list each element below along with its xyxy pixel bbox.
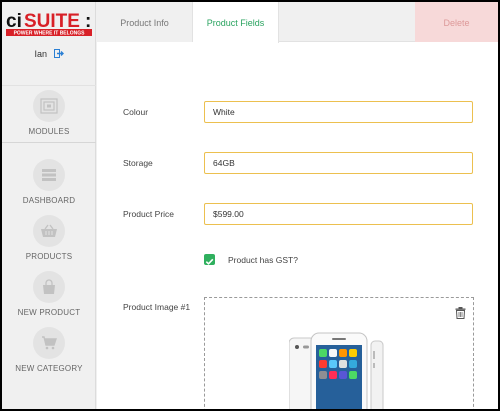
sidebar-item-dashboard[interactable]: DASHBOARD (2, 159, 96, 205)
sidebar-item-label: MODULES (28, 127, 70, 136)
sidebar-item-label: NEW PRODUCT (17, 308, 81, 317)
dashboard-icon (33, 159, 65, 191)
tab-product-fields[interactable]: Product Fields (193, 2, 279, 43)
sidebar-item-label: PRODUCTS (25, 252, 73, 261)
sidebar-divider (2, 85, 96, 86)
svg-text:POWER WHERE IT BELONGS: POWER WHERE IT BELONGS (14, 31, 86, 37)
svg-text::: : (85, 11, 91, 32)
price-input[interactable]: $599.00 (204, 203, 473, 225)
sidebar-item-label: NEW CATEGORY (15, 364, 83, 373)
sidebar-item-new-product[interactable]: NEW PRODUCT (2, 271, 96, 317)
image-dropzone[interactable] (204, 297, 474, 409)
sidebar-item-new-category[interactable]: NEW CATEGORY (2, 327, 96, 373)
image-label: Product Image #1 (123, 302, 191, 312)
main-content: Product Info Product Fields Delete Colou… (97, 2, 498, 409)
sidebar: ci SUITE : POWER WHERE IT BELONGS Ian MO… (2, 2, 96, 409)
gst-checkbox[interactable] (204, 254, 215, 265)
storage-label: Storage (123, 158, 153, 168)
delete-button[interactable]: Delete (415, 2, 498, 42)
sidebar-item-modules[interactable]: MODULES (2, 90, 96, 136)
bag-icon (33, 271, 65, 303)
brand-logo[interactable]: ci SUITE : POWER WHERE IT BELONGS (6, 9, 92, 37)
check-icon (205, 258, 214, 265)
trash-icon[interactable] (455, 306, 466, 324)
tab-product-info[interactable]: Product Info (97, 2, 193, 42)
username: Ian (34, 49, 47, 59)
cart-icon (33, 327, 65, 359)
logout-icon[interactable] (53, 49, 64, 60)
app-window: ci SUITE : POWER WHERE IT BELONGS Ian MO… (2, 2, 498, 409)
modules-icon (33, 90, 65, 122)
basket-icon (33, 215, 65, 247)
tab-bar: Product Info Product Fields Delete (97, 2, 498, 43)
user-info: Ian (2, 49, 96, 60)
product-image (288, 331, 407, 409)
colour-label: Colour (123, 107, 149, 117)
sidebar-item-products[interactable]: PRODUCTS (2, 215, 96, 261)
sidebar-divider (2, 142, 96, 143)
storage-input[interactable]: 64GB (204, 152, 473, 174)
price-label: Product Price (123, 209, 175, 219)
colour-input[interactable]: White (204, 101, 473, 123)
gst-label: Product has GST? (228, 255, 298, 265)
svg-text:SUITE: SUITE (24, 11, 80, 32)
sidebar-item-label: DASHBOARD (22, 196, 76, 205)
svg-text:ci: ci (6, 11, 22, 32)
